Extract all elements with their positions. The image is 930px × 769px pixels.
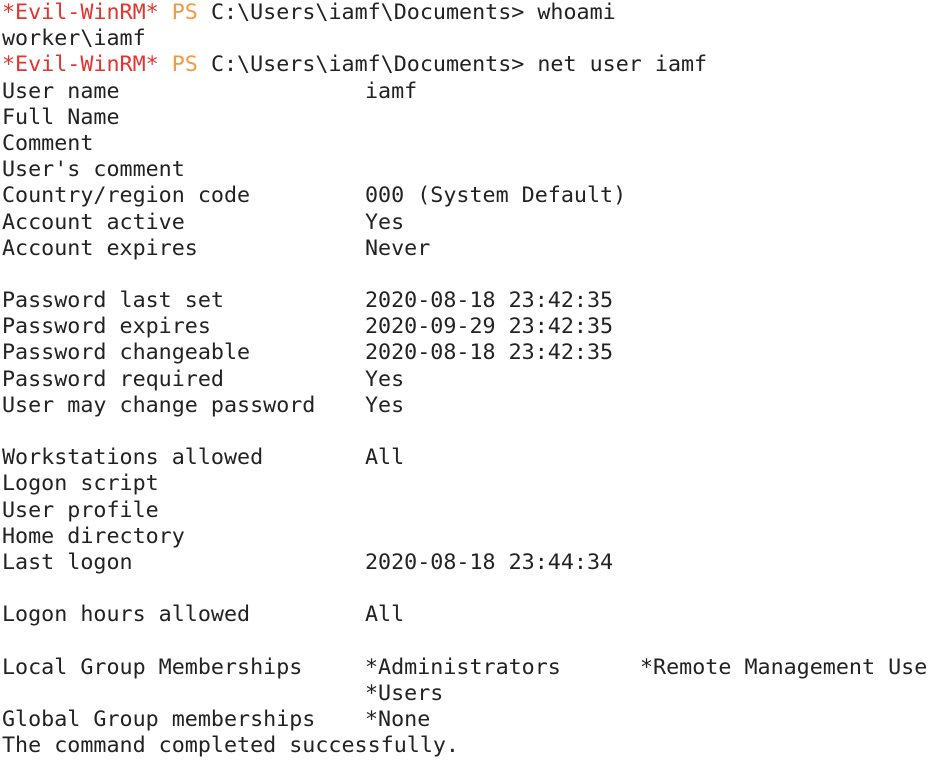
label-users-comment: User's comment <box>2 157 185 183</box>
terminal-window[interactable]: *Evil-WinRM* PS C:\Users\iamf\Documents>… <box>0 0 930 769</box>
row-account-active: Account active Yes <box>0 210 930 236</box>
value-global-group-memberships: *None <box>365 707 431 733</box>
row-logon-script: Logon script <box>0 471 930 497</box>
prompt-ps: PS <box>171 0 198 25</box>
row-last-logon: Last logon 2020-08-18 23:44:34 <box>0 550 930 576</box>
row-password-required: Password required Yes <box>0 367 930 393</box>
value-password-changeable: 2020-08-18 23:42:35 <box>365 340 614 366</box>
label-workstations-allowed: Workstations allowed <box>2 445 264 471</box>
label-home-directory: Home directory <box>2 523 185 549</box>
label-user-may-change-password: User may change password <box>2 392 316 418</box>
value-password-expires: 2020-09-29 23:42:35 <box>365 314 614 340</box>
row-workstations-allowed: Workstations allowed All <box>0 445 930 471</box>
row-user-may-change-password: User may change password Yes <box>0 393 930 419</box>
command-net-user: net user iamf <box>537 52 708 78</box>
label-user-profile: User profile <box>2 497 159 523</box>
prompt-line-whoami: *Evil-WinRM* PS C:\Users\iamf\Documents>… <box>0 0 930 26</box>
prompt-evil-winrm: *Evil-WinRM* <box>2 52 159 78</box>
command-whoami: whoami <box>537 0 616 25</box>
prompt-path: C:\Users\iamf\Documents> <box>210 0 525 25</box>
value-local-group-remote-management: *Remote Management Use <box>640 654 928 680</box>
prompt-path: C:\Users\iamf\Documents> <box>210 52 525 78</box>
completion-line: The command completed successfully. <box>0 733 930 759</box>
completion-message: The command completed successfully. <box>2 733 459 759</box>
label-full-name: Full Name <box>2 104 120 130</box>
value-local-group-users: *Users <box>365 680 444 706</box>
label-account-active: Account active <box>2 209 185 235</box>
row-local-group-memberships-cont: *Users <box>0 681 930 707</box>
row-user-profile: User profile <box>0 498 930 524</box>
label-last-logon: Last logon <box>2 549 133 575</box>
row-global-group-memberships: Global Group memberships *None <box>0 707 930 733</box>
label-global-group-memberships: Global Group memberships <box>2 707 316 733</box>
label-password-required: Password required <box>2 366 224 392</box>
row-local-group-memberships: Local Group Memberships *Administrators … <box>0 655 930 681</box>
label-logon-script: Logon script <box>2 471 159 497</box>
label-country-code: Country/region code <box>2 183 251 209</box>
row-users-comment: User's comment <box>0 157 930 183</box>
label-comment: Comment <box>2 130 94 156</box>
prompt-ps: PS <box>171 52 198 78</box>
row-logon-hours-allowed: Logon hours allowed All <box>0 602 930 628</box>
value-password-last-set: 2020-08-18 23:42:35 <box>365 288 614 314</box>
whoami-output: worker\iamf <box>2 26 146 52</box>
label-account-expires: Account expires <box>2 235 198 261</box>
prompt-evil-winrm: *Evil-WinRM* <box>2 0 159 25</box>
value-workstations-allowed: All <box>365 445 405 471</box>
value-account-expires: Never <box>365 235 431 261</box>
label-password-changeable: Password changeable <box>2 340 251 366</box>
row-account-expires: Account expires Never <box>0 236 930 262</box>
value-last-logon: 2020-08-18 23:44:34 <box>365 549 614 575</box>
label-user-name: User name <box>2 78 120 104</box>
prompt-line-net-user: *Evil-WinRM* PS C:\Users\iamf\Documents>… <box>0 52 930 78</box>
value-account-active: Yes <box>365 209 405 235</box>
value-local-group-administrators: *Administrators <box>365 654 561 680</box>
label-password-expires: Password expires <box>2 314 211 340</box>
label-password-last-set: Password last set <box>2 288 224 314</box>
value-logon-hours-allowed: All <box>365 602 405 628</box>
row-password-changeable: Password changeable 2020-08-18 23:42:35 <box>0 340 930 366</box>
row-password-last-set: Password last set 2020-08-18 23:42:35 <box>0 288 930 314</box>
row-country-code: Country/region code 000 (System Default) <box>0 183 930 209</box>
label-logon-hours-allowed: Logon hours allowed <box>2 602 251 628</box>
row-password-expires: Password expires 2020-09-29 23:42:35 <box>0 314 930 340</box>
row-user-name: User name iamf <box>0 79 930 105</box>
row-full-name: Full Name <box>0 105 930 131</box>
value-password-required: Yes <box>365 366 405 392</box>
output-whoami: worker\iamf <box>0 26 930 52</box>
label-local-group-memberships: Local Group Memberships <box>2 654 303 680</box>
value-user-name: iamf <box>365 78 418 104</box>
row-comment: Comment <box>0 131 930 157</box>
row-home-directory: Home directory <box>0 524 930 550</box>
value-user-may-change-password: Yes <box>365 392 405 418</box>
value-country-code: 000 (System Default) <box>365 183 627 209</box>
